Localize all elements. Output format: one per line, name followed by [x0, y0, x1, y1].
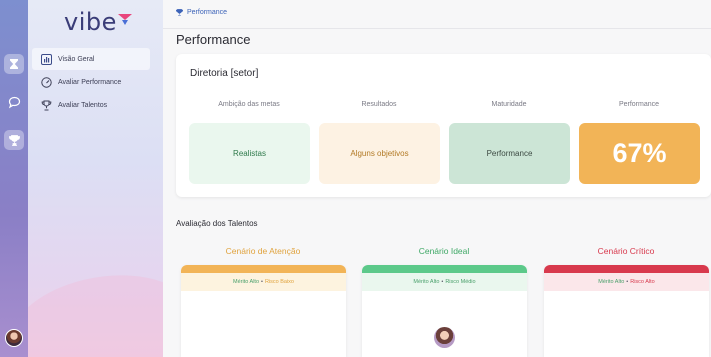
hourglass-icon[interactable]: [4, 54, 24, 74]
merit-label: Mérito Alto: [413, 279, 440, 285]
trophy-icon: [40, 99, 52, 111]
merit-label: Mérito Alto: [233, 279, 259, 285]
main-content: Performance Performance Diretoria [setor…: [163, 0, 711, 357]
user-avatar[interactable]: [5, 329, 23, 347]
scenario-subheader: Mérito Alto • Risco Baixo: [181, 273, 346, 291]
trophy-icon: [176, 9, 183, 16]
risk-label: Risco Alto: [630, 279, 655, 285]
scenario-color-bar: [362, 265, 527, 273]
talents-section-title: Avaliação dos Talentos: [176, 219, 258, 228]
scenario-subheader: Mérito Alto • Risco Médio: [362, 273, 527, 291]
separator-dot: •: [626, 279, 629, 285]
separator-dot: •: [441, 279, 444, 285]
talent-avatar[interactable]: [434, 327, 455, 348]
chat-bubble-icon[interactable]: [4, 92, 24, 112]
breadcrumb-label: Performance: [187, 9, 228, 16]
scenario-card-critico[interactable]: Mérito Alto • Risco Alto: [544, 265, 709, 357]
sidebar-item-avaliar-performance[interactable]: Avaliar Performance: [32, 71, 150, 93]
separator-dot: •: [261, 279, 263, 285]
sidebar-nav: Visão Geral Avaliar Performance Avaliar …: [32, 48, 150, 117]
scenario-card-atencao[interactable]: Mérito Alto • Risco Baixo: [181, 265, 346, 357]
breadcrumb[interactable]: Performance: [176, 9, 227, 16]
column-label-ambicao: Ambição das metas: [218, 101, 280, 108]
sidebar-item-label: Avaliar Talentos: [58, 101, 108, 109]
sidebar-item-visao-geral[interactable]: Visão Geral: [32, 48, 150, 70]
gauge-icon: [40, 76, 52, 88]
summary-card: Diretoria [setor] Ambição das metas Resu…: [176, 54, 711, 197]
tile-performance-score: 67%: [579, 123, 700, 184]
summary-title: Diretoria [setor]: [190, 68, 259, 79]
scenario-subheader: Mérito Alto • Risco Alto: [544, 273, 709, 291]
sidebar-item-label: Visão Geral: [58, 55, 95, 63]
sidebar-item-label: Avaliar Performance: [58, 78, 122, 86]
scenario-card-ideal[interactable]: Mérito Alto • Risco Médio: [362, 265, 527, 357]
sidebar-item-avaliar-talentos[interactable]: Avaliar Talentos: [32, 94, 150, 116]
column-label-performance: Performance: [618, 101, 660, 108]
risk-label: Risco Médio: [445, 279, 476, 285]
column-label-resultados: Resultados: [361, 101, 397, 108]
logo-text: vibe: [64, 8, 117, 36]
column-label-maturidade: Maturidade: [491, 101, 527, 108]
scenario-title-atencao: Cenário de Atenção: [225, 246, 301, 256]
scenario-color-bar: [181, 265, 346, 273]
risk-label: Risco Baixo: [264, 279, 294, 285]
bar-chart-icon: [40, 53, 52, 65]
icon-rail: [0, 0, 28, 357]
sidebar: vibe Visão Geral Avaliar Performance Ava…: [28, 0, 163, 357]
scenario-color-bar: [544, 265, 709, 273]
tile-resultados: Alguns objetivos: [319, 123, 440, 184]
vibe-logo[interactable]: vibe: [64, 8, 132, 36]
tile-ambicao: Realistas: [189, 123, 310, 184]
header-divider: [163, 28, 711, 29]
page-title: Performance: [176, 32, 251, 47]
trophy-icon[interactable]: [4, 130, 24, 150]
scenario-title-ideal: Cenário Ideal: [418, 246, 470, 256]
tile-maturidade: Performance: [449, 123, 570, 184]
scenario-title-critico: Cenário Crítico: [597, 246, 655, 256]
merit-label: Mérito Alto: [598, 279, 625, 285]
logo-mark-icon: [117, 14, 132, 25]
